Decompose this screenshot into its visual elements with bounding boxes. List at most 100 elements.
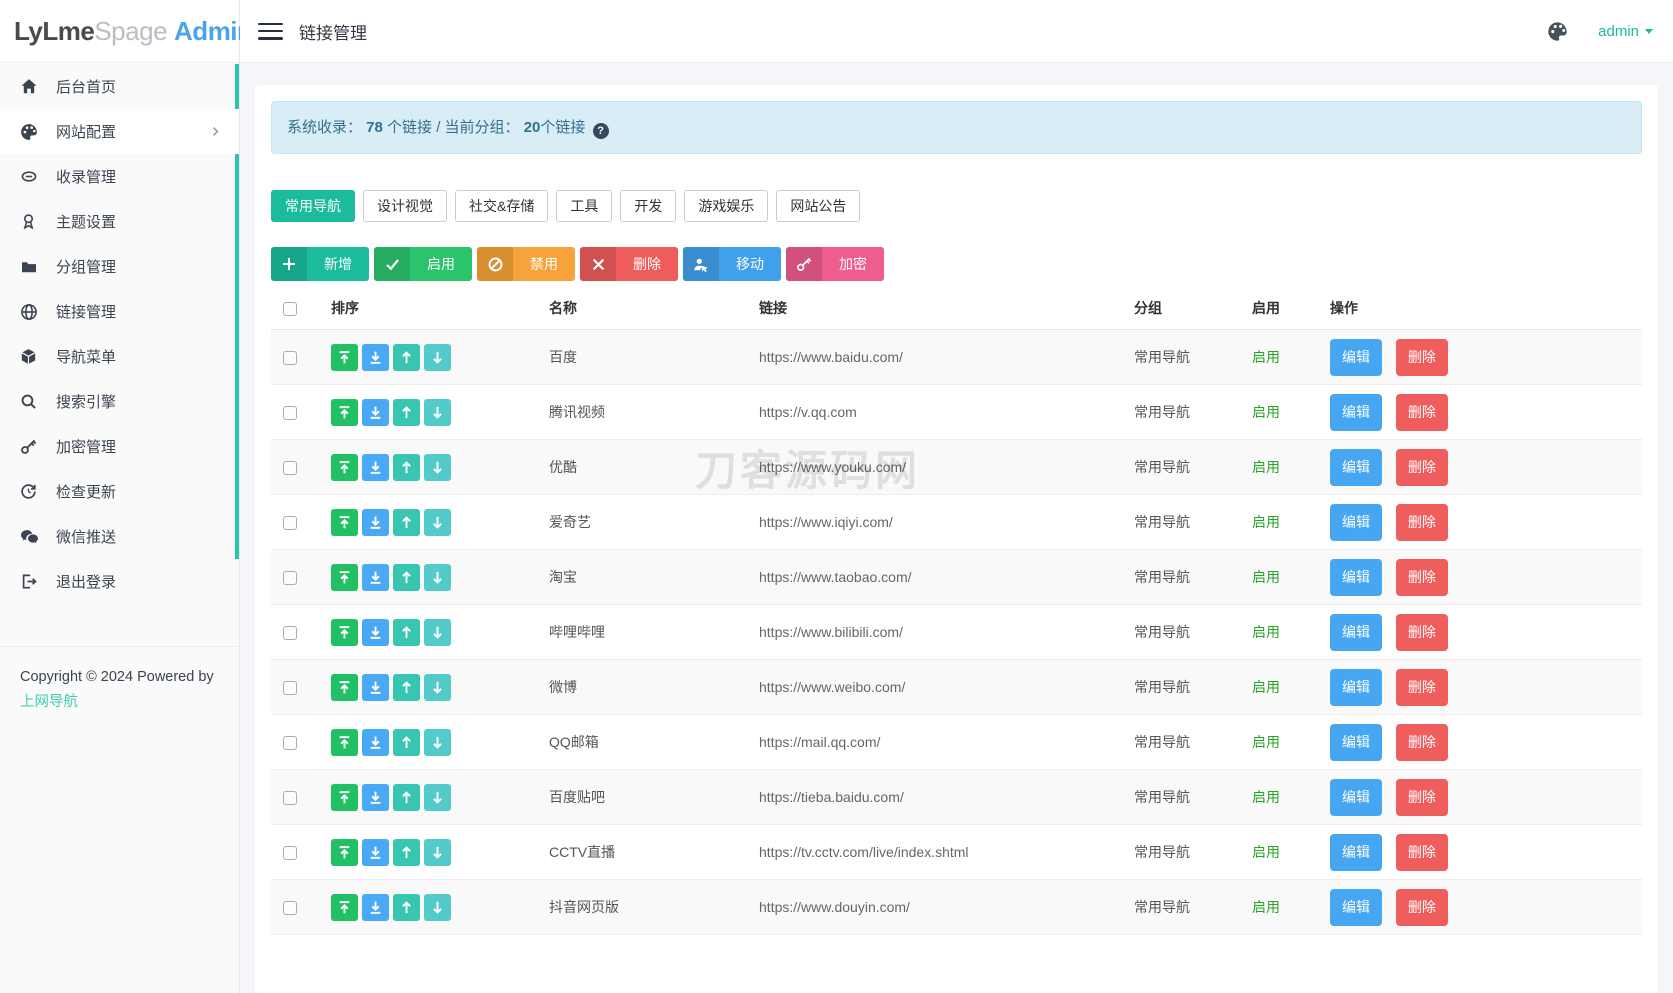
group-tab[interactable]: 游戏娱乐: [684, 190, 769, 223]
user-dropdown[interactable]: admin: [1598, 23, 1653, 40]
move-top-button[interactable]: [331, 508, 358, 536]
group-tab[interactable]: 常用导航: [271, 190, 355, 223]
delete-button[interactable]: 删除: [1395, 393, 1448, 431]
move-top-button[interactable]: [331, 563, 358, 591]
sidebar-item-globe[interactable]: 链接管理: [0, 289, 239, 334]
move-up-button[interactable]: [393, 618, 420, 646]
group-tab[interactable]: 设计视觉: [363, 190, 447, 223]
edit-button[interactable]: 编辑: [1330, 778, 1382, 816]
sidebar-item-logout[interactable]: 退出登录: [0, 559, 239, 604]
move-top-button[interactable]: [331, 893, 358, 921]
move-up-button[interactable]: [393, 398, 420, 426]
group-tab[interactable]: 社交&存储: [455, 190, 549, 223]
move-bottom-button[interactable]: [362, 398, 389, 426]
delete-button[interactable]: 删除: [1395, 723, 1448, 761]
edit-button[interactable]: 编辑: [1330, 888, 1382, 926]
move-down-button[interactable]: [424, 618, 451, 646]
edit-button[interactable]: 编辑: [1330, 613, 1382, 651]
edit-button[interactable]: 编辑: [1330, 338, 1382, 376]
edit-button[interactable]: 编辑: [1330, 558, 1382, 596]
add-button[interactable]: 新增: [271, 247, 369, 282]
move-up-button[interactable]: [393, 783, 420, 811]
move-up-button[interactable]: [393, 838, 420, 866]
delete-button[interactable]: 删除: [1395, 558, 1448, 596]
row-checkbox[interactable]: [283, 901, 297, 916]
row-checkbox[interactable]: [283, 571, 297, 586]
edit-button[interactable]: 编辑: [1330, 503, 1382, 541]
move-up-button[interactable]: [393, 893, 420, 921]
move-button[interactable]: 移动: [683, 247, 781, 282]
delete-button[interactable]: 删除: [1395, 668, 1448, 706]
move-down-button[interactable]: [424, 783, 451, 811]
delete-button[interactable]: 删除: [1395, 338, 1448, 376]
theme-palette-icon[interactable]: [1547, 21, 1568, 42]
move-bottom-button[interactable]: [362, 728, 389, 756]
row-checkbox[interactable]: [283, 406, 297, 421]
delete-button[interactable]: 删除: [580, 247, 678, 282]
delete-button[interactable]: 删除: [1395, 833, 1448, 871]
move-top-button[interactable]: [331, 618, 358, 646]
sidebar-item-key[interactable]: 加密管理: [0, 424, 239, 469]
move-bottom-button[interactable]: [362, 563, 389, 591]
row-checkbox[interactable]: [283, 736, 297, 751]
edit-button[interactable]: 编辑: [1330, 393, 1382, 431]
sidebar-item-palette[interactable]: 网站配置: [0, 109, 239, 154]
move-down-button[interactable]: [424, 508, 451, 536]
move-down-button[interactable]: [424, 673, 451, 701]
move-down-button[interactable]: [424, 838, 451, 866]
sidebar-item-home[interactable]: 后台首页: [0, 64, 239, 109]
row-checkbox[interactable]: [283, 681, 297, 696]
edit-button[interactable]: 编辑: [1330, 723, 1382, 761]
move-bottom-button[interactable]: [362, 343, 389, 371]
move-up-button[interactable]: [393, 673, 420, 701]
move-down-button[interactable]: [424, 453, 451, 481]
move-up-button[interactable]: [393, 563, 420, 591]
move-top-button[interactable]: [331, 838, 358, 866]
sidebar-item-refresh[interactable]: 检查更新: [0, 469, 239, 514]
delete-button[interactable]: 删除: [1395, 613, 1448, 651]
move-down-button[interactable]: [424, 398, 451, 426]
move-top-button[interactable]: [331, 673, 358, 701]
move-up-button[interactable]: [393, 508, 420, 536]
move-top-button[interactable]: [331, 453, 358, 481]
sidebar-item-wechat[interactable]: 微信推送: [0, 514, 239, 559]
move-down-button[interactable]: [424, 563, 451, 591]
move-down-button[interactable]: [424, 728, 451, 756]
row-checkbox[interactable]: [283, 351, 297, 366]
delete-button[interactable]: 删除: [1395, 448, 1448, 486]
sidebar-item-search[interactable]: 搜索引擎: [0, 379, 239, 424]
move-top-button[interactable]: [331, 783, 358, 811]
sidebar-item-cube[interactable]: 导航菜单: [0, 334, 239, 379]
edit-button[interactable]: 编辑: [1330, 448, 1382, 486]
row-checkbox[interactable]: [283, 791, 297, 806]
row-checkbox[interactable]: [283, 516, 297, 531]
move-up-button[interactable]: [393, 453, 420, 481]
move-bottom-button[interactable]: [362, 618, 389, 646]
move-bottom-button[interactable]: [362, 838, 389, 866]
edit-button[interactable]: 编辑: [1330, 833, 1382, 871]
row-checkbox[interactable]: [283, 846, 297, 861]
move-down-button[interactable]: [424, 343, 451, 371]
select-all-checkbox[interactable]: [283, 302, 297, 317]
move-bottom-button[interactable]: [362, 508, 389, 536]
disable-button[interactable]: 禁用: [477, 247, 575, 282]
move-bottom-button[interactable]: [362, 453, 389, 481]
sidebar-item-award[interactable]: 主题设置: [0, 199, 239, 244]
menu-toggle-icon[interactable]: [258, 22, 283, 40]
delete-button[interactable]: 删除: [1395, 503, 1448, 541]
row-checkbox[interactable]: [283, 461, 297, 476]
move-bottom-button[interactable]: [362, 673, 389, 701]
row-checkbox[interactable]: [283, 626, 297, 641]
move-bottom-button[interactable]: [362, 893, 389, 921]
edit-button[interactable]: 编辑: [1330, 668, 1382, 706]
group-tab[interactable]: 开发: [620, 190, 677, 223]
delete-button[interactable]: 删除: [1395, 778, 1448, 816]
enable-button[interactable]: 启用: [374, 247, 472, 282]
move-top-button[interactable]: [331, 728, 358, 756]
move-up-button[interactable]: [393, 343, 420, 371]
copyright-link[interactable]: 上网导航: [20, 690, 225, 715]
move-down-button[interactable]: [424, 893, 451, 921]
delete-button[interactable]: 删除: [1395, 888, 1448, 926]
move-up-button[interactable]: [393, 728, 420, 756]
help-icon[interactable]: ?: [592, 123, 609, 139]
